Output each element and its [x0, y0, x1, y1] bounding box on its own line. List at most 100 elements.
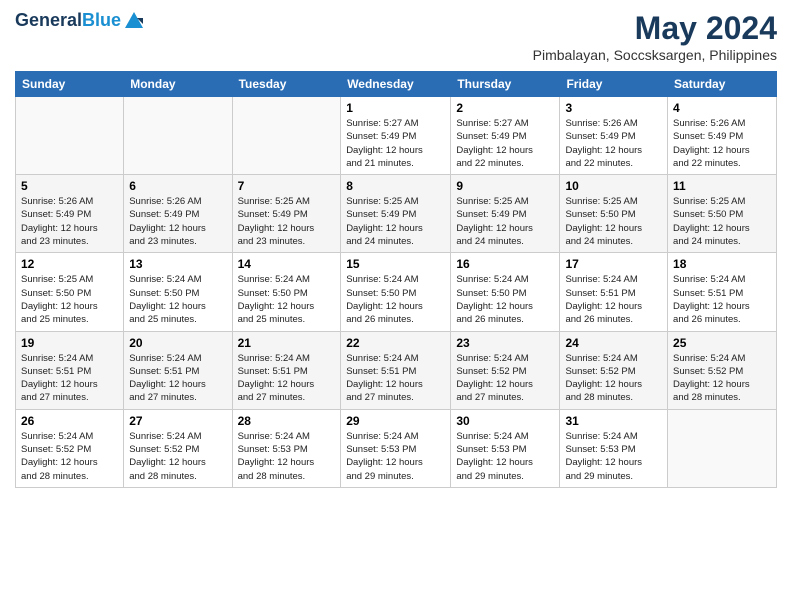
day-info-line: Sunrise: 5:25 AM [673, 196, 745, 207]
day-info-line: Daylight: 12 hours [565, 457, 642, 468]
col-thursday: Thursday [451, 72, 560, 97]
calendar-week-3: 12Sunrise: 5:25 AMSunset: 5:50 PMDayligh… [16, 253, 777, 331]
col-saturday: Saturday [668, 72, 777, 97]
day-info-line: and 24 minutes. [565, 236, 633, 247]
day-number: 4 [673, 101, 771, 115]
day-info-line: Daylight: 12 hours [21, 301, 98, 312]
day-info-line: Sunset: 5:51 PM [21, 366, 91, 377]
day-info-line: Sunrise: 5:24 AM [673, 353, 745, 364]
day-info: Sunrise: 5:27 AMSunset: 5:49 PMDaylight:… [456, 117, 554, 170]
day-info-line: Sunset: 5:51 PM [129, 366, 199, 377]
day-number: 28 [238, 414, 336, 428]
calendar-week-2: 5 Sunrise: 5:26 AMSunset: 5:49 PMDaylight… [16, 175, 777, 253]
calendar-cell: 29Sunrise: 5:24 AMSunset: 5:53 PMDayligh… [341, 409, 451, 487]
calendar-cell: 4 Sunrise: 5:26 AMSunset: 5:49 PMDaylight… [668, 97, 777, 175]
day-info-line: Sunset: 5:50 PM [238, 288, 308, 299]
day-info-line: Sunrise: 5:24 AM [565, 274, 637, 285]
day-number: 10 [565, 179, 662, 193]
logo-icon [123, 10, 145, 32]
day-number: 21 [238, 336, 336, 350]
day-info-line: and 23 minutes. [238, 236, 306, 247]
day-info-line: Sunrise: 5:24 AM [129, 431, 201, 442]
day-info-line: Daylight: 12 hours [346, 457, 423, 468]
calendar-cell: 2 Sunrise: 5:27 AMSunset: 5:49 PMDaylight… [451, 97, 560, 175]
day-info: Sunrise: 5:24 AMSunset: 5:52 PMDaylight:… [565, 352, 662, 405]
day-info: Sunrise: 5:24 AMSunset: 5:51 PMDaylight:… [565, 273, 662, 326]
calendar-cell: 10Sunrise: 5:25 AMSunset: 5:50 PMDayligh… [560, 175, 668, 253]
day-info: Sunrise: 5:24 AMSunset: 5:50 PMDaylight:… [129, 273, 226, 326]
day-info-line: Sunset: 5:51 PM [346, 366, 416, 377]
day-info-line: and 26 minutes. [673, 314, 741, 325]
day-number: 25 [673, 336, 771, 350]
day-info-line: Sunset: 5:52 PM [673, 366, 743, 377]
calendar-cell [124, 97, 232, 175]
col-monday: Monday [124, 72, 232, 97]
day-info-line: Sunrise: 5:25 AM [565, 196, 637, 207]
day-info: Sunrise: 5:25 AMSunset: 5:49 PMDaylight:… [238, 195, 336, 248]
day-info-line: Sunset: 5:50 PM [21, 288, 91, 299]
calendar-week-4: 19Sunrise: 5:24 AMSunset: 5:51 PMDayligh… [16, 331, 777, 409]
day-info-line: and 25 minutes. [129, 314, 197, 325]
day-info-line: Daylight: 12 hours [21, 379, 98, 390]
day-info-line: and 22 minutes. [456, 158, 524, 169]
calendar-cell: 12Sunrise: 5:25 AMSunset: 5:50 PMDayligh… [16, 253, 124, 331]
day-info-line: Sunset: 5:51 PM [238, 366, 308, 377]
day-info-line: and 28 minutes. [565, 392, 633, 403]
day-info-line: Daylight: 12 hours [673, 301, 750, 312]
day-number: 23 [456, 336, 554, 350]
day-info: Sunrise: 5:24 AMSunset: 5:52 PMDaylight:… [21, 430, 118, 483]
day-info-line: Daylight: 12 hours [346, 223, 423, 234]
day-info: Sunrise: 5:24 AMSunset: 5:53 PMDaylight:… [565, 430, 662, 483]
day-info: Sunrise: 5:26 AMSunset: 5:49 PMDaylight:… [129, 195, 226, 248]
day-info-line: Daylight: 12 hours [21, 223, 98, 234]
day-info: Sunrise: 5:27 AMSunset: 5:49 PMDaylight:… [346, 117, 445, 170]
day-info-line: and 27 minutes. [21, 392, 89, 403]
day-info-line: Sunset: 5:53 PM [346, 444, 416, 455]
day-number: 17 [565, 257, 662, 271]
col-tuesday: Tuesday [232, 72, 341, 97]
day-info-line: Daylight: 12 hours [673, 223, 750, 234]
calendar-cell [668, 409, 777, 487]
day-info-line: and 24 minutes. [456, 236, 524, 247]
day-info-line: Sunrise: 5:25 AM [21, 274, 93, 285]
day-info-line: Sunrise: 5:24 AM [673, 274, 745, 285]
day-number: 5 [21, 179, 118, 193]
day-number: 24 [565, 336, 662, 350]
day-number: 8 [346, 179, 445, 193]
day-info: Sunrise: 5:26 AMSunset: 5:49 PMDaylight:… [673, 117, 771, 170]
day-info-line: and 23 minutes. [129, 236, 197, 247]
header: GeneralBlue May 2024 Pimbalayan, Soccsks… [15, 10, 777, 63]
day-info-line: and 29 minutes. [346, 471, 414, 482]
day-info-line: and 24 minutes. [673, 236, 741, 247]
day-number: 18 [673, 257, 771, 271]
day-info-line: and 28 minutes. [238, 471, 306, 482]
day-info-line: Sunrise: 5:24 AM [565, 431, 637, 442]
day-info-line: Sunset: 5:50 PM [673, 209, 743, 220]
calendar-cell: 9Sunrise: 5:25 AMSunset: 5:49 PMDaylight… [451, 175, 560, 253]
day-info-line: and 28 minutes. [129, 471, 197, 482]
calendar-cell: 28Sunrise: 5:24 AMSunset: 5:53 PMDayligh… [232, 409, 341, 487]
day-number: 22 [346, 336, 445, 350]
day-info-line: Sunset: 5:49 PM [346, 131, 416, 142]
day-info-line: Daylight: 12 hours [346, 379, 423, 390]
calendar-cell: 20Sunrise: 5:24 AMSunset: 5:51 PMDayligh… [124, 331, 232, 409]
day-info-line: Daylight: 12 hours [565, 223, 642, 234]
day-info-line: Daylight: 12 hours [346, 301, 423, 312]
day-info-line: Sunset: 5:52 PM [129, 444, 199, 455]
day-info: Sunrise: 5:26 AMSunset: 5:49 PMDaylight:… [21, 195, 118, 248]
logo: GeneralBlue [15, 10, 145, 32]
calendar-cell: 3Sunrise: 5:26 AMSunset: 5:49 PMDaylight… [560, 97, 668, 175]
calendar-cell: 18Sunrise: 5:24 AMSunset: 5:51 PMDayligh… [668, 253, 777, 331]
day-info: Sunrise: 5:24 AMSunset: 5:50 PMDaylight:… [346, 273, 445, 326]
day-info: Sunrise: 5:24 AMSunset: 5:51 PMDaylight:… [238, 352, 336, 405]
day-info-line: Sunrise: 5:25 AM [346, 196, 418, 207]
day-number: 2 [456, 101, 554, 115]
day-info-line: Sunset: 5:49 PM [565, 131, 635, 142]
day-info-line: Daylight: 12 hours [673, 379, 750, 390]
day-info-line: and 21 minutes. [346, 158, 414, 169]
calendar-cell: 21 Sunrise: 5:24 AMSunset: 5:51 PMDayligh… [232, 331, 341, 409]
page: GeneralBlue May 2024 Pimbalayan, Soccsks… [0, 0, 792, 498]
day-number: 15 [346, 257, 445, 271]
day-info: Sunrise: 5:24 AMSunset: 5:50 PMDaylight:… [238, 273, 336, 326]
day-number: 7 [238, 179, 336, 193]
